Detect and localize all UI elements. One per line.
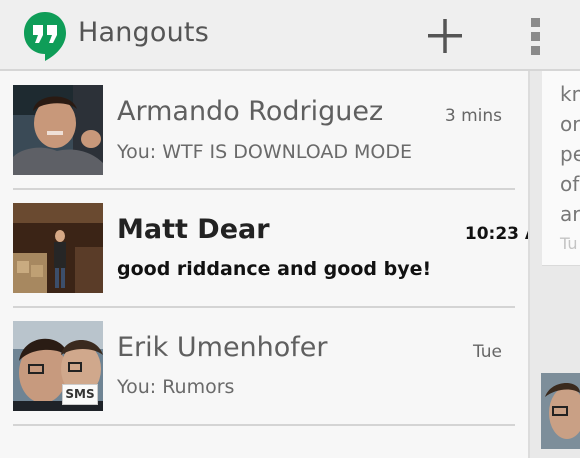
- contact-avatar[interactable]: [13, 85, 103, 175]
- message-snippet: You: Rumors: [117, 376, 235, 398]
- message-text-line: of: [560, 172, 580, 196]
- message-time: Tu: [560, 234, 578, 253]
- plus-icon[interactable]: [420, 11, 470, 61]
- message-snippet: good riddance and good bye!: [117, 258, 432, 280]
- message-text-line: pe: [560, 142, 580, 166]
- message-time: 3 mins: [444, 106, 502, 126]
- hangouts-logo-icon[interactable]: [22, 10, 68, 62]
- message-text-line: kn: [560, 82, 580, 106]
- row-divider: [13, 424, 515, 426]
- message-snippet: You: WTF IS DOWNLOAD MODE: [117, 141, 413, 163]
- app-title: Hangouts: [78, 17, 209, 48]
- overflow-menu-icon[interactable]: [516, 11, 556, 61]
- message-text-line: ar: [560, 202, 580, 226]
- contact-name: Matt Dear: [117, 214, 270, 245]
- action-bar: Hangouts: [0, 0, 580, 71]
- contact-name: Erik Umenhofer: [117, 332, 328, 363]
- sms-badge: SMS: [62, 384, 98, 405]
- contact-name: Armando Rodriguez: [117, 96, 384, 127]
- contact-avatar[interactable]: [13, 203, 103, 293]
- message-text-line: or: [560, 112, 580, 136]
- message-time: Tue: [472, 342, 502, 362]
- sender-avatar[interactable]: [541, 373, 580, 449]
